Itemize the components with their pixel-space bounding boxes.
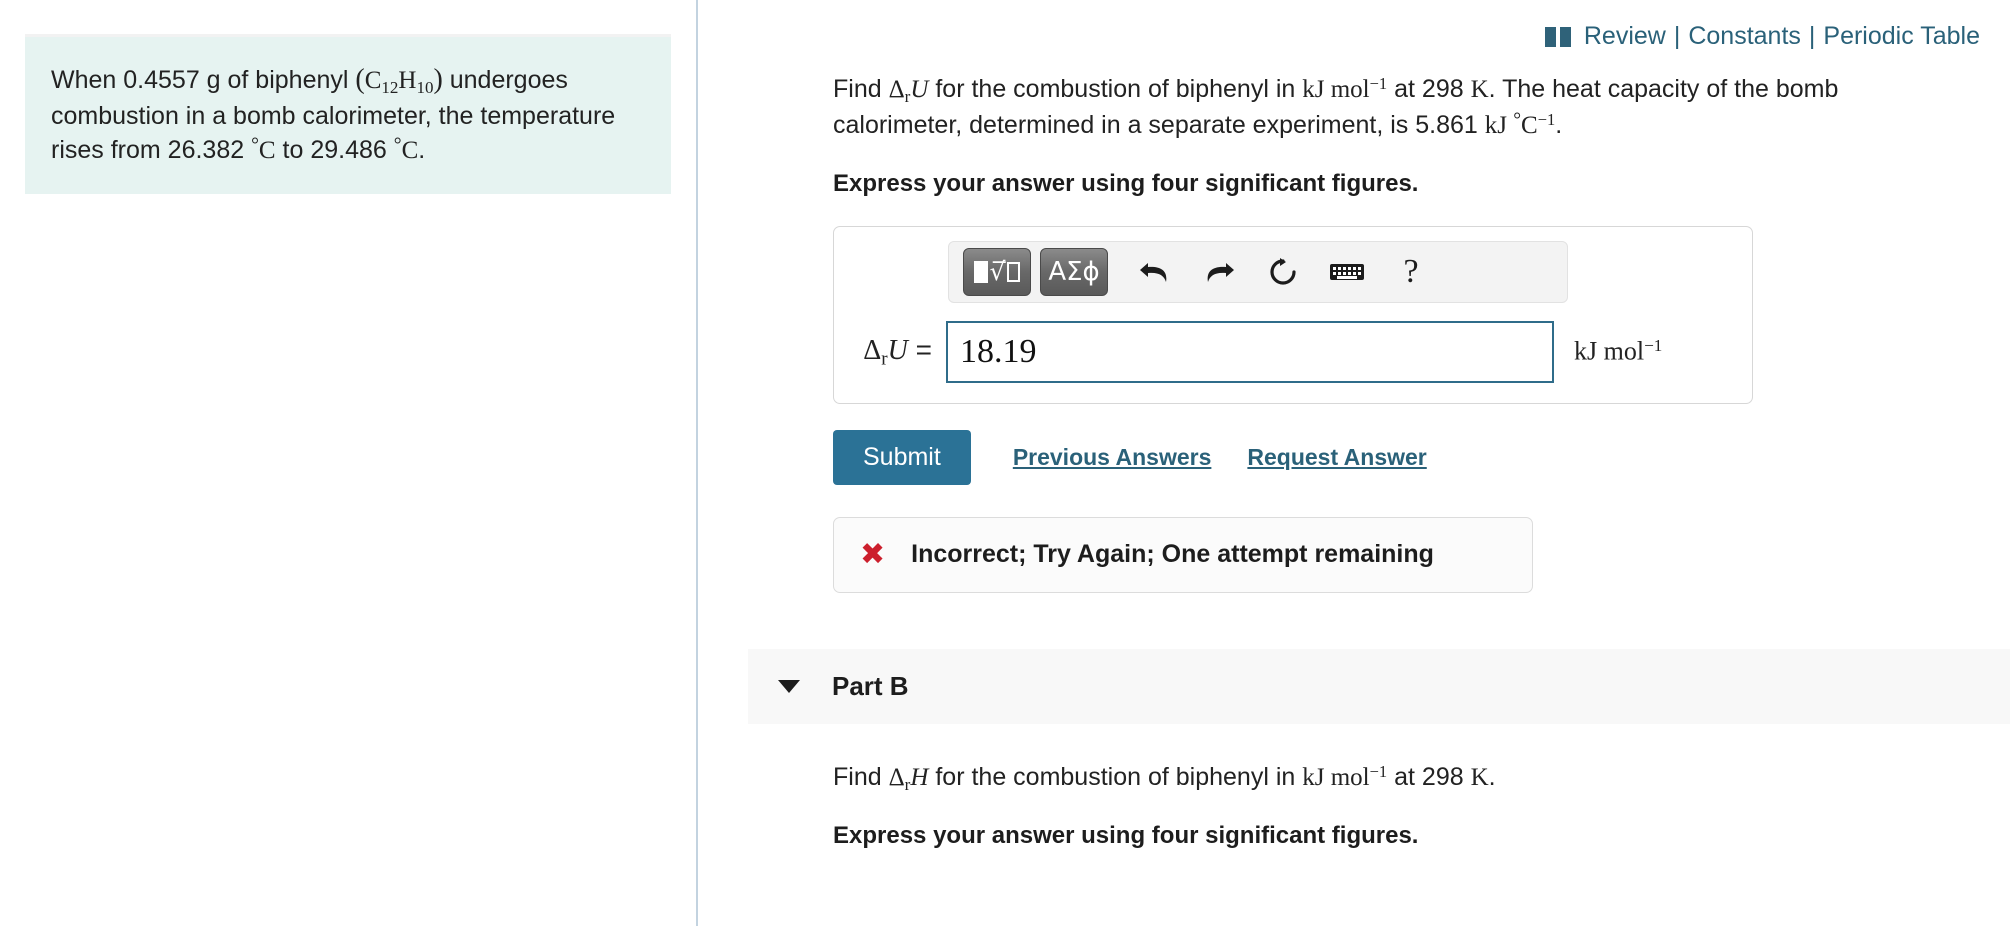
template-hollow-box: [1007, 261, 1021, 282]
part-a-content: Find ΔrU for the combustion of biphenyl …: [833, 0, 1980, 593]
caret-down-icon[interactable]: [778, 679, 800, 693]
problem-text-end: .: [418, 136, 426, 165]
nav-separator-1: |: [1673, 22, 1681, 50]
answer-label-delta: Δ: [863, 334, 882, 366]
nav-link-constants[interactable]: Constants: [1688, 22, 1801, 51]
template-filled-box: [973, 260, 988, 283]
qa-hc-unit-kj: kJ: [1484, 112, 1514, 140]
qb-pre: Find: [833, 762, 889, 791]
formula-close-paren: ): [433, 64, 443, 95]
feedback-banner: ✖ Incorrect; Try Again; One attempt rema…: [833, 516, 1533, 593]
qa-mid: for the combustion of biphenyl in: [928, 75, 1303, 103]
qb-kelvin: K: [1470, 763, 1489, 791]
left-panel: When 0.4557 g of biphenyl (C12H10) under…: [0, 0, 698, 926]
qb-unit-exponent: −1: [1369, 761, 1388, 781]
part-a-instruction: Express your answer using four significa…: [833, 169, 1419, 197]
part-b-content: Find ΔrH for the combustion of biphenyl …: [833, 760, 2010, 850]
feedback-message: Incorrect; Try Again; One attempt remain…: [911, 540, 1434, 569]
top-navigation: Review | Constants | Periodic Table: [1544, 22, 1980, 51]
problem-text-part1: When 0.4557 g of biphenyl: [51, 66, 356, 94]
math-template-button[interactable]: √̅: [963, 247, 1031, 296]
qb-temp: at 298: [1387, 762, 1471, 791]
formula-hydrogen-count: 10: [416, 77, 434, 97]
formula-hydrogen: H: [398, 67, 417, 94]
part-b-title: Part B: [832, 670, 909, 701]
part-a-action-row: Submit Previous Answers Request Answer: [833, 429, 1980, 485]
nav-link-periodic-table[interactable]: Periodic Table: [1823, 22, 1980, 51]
answer-unit-base: kJ mol: [1574, 336, 1645, 366]
previous-answers-link[interactable]: Previous Answers: [1013, 444, 1212, 471]
answer-unit: kJ mol−1: [1574, 336, 1662, 367]
red-x-icon: ✖: [860, 536, 886, 572]
qa-unit-kjmol: kJ mol: [1302, 76, 1370, 103]
formula-open-paren: (: [355, 64, 365, 95]
qa-hc-exponent: −1: [1537, 109, 1556, 129]
answer-label: ΔrU =: [852, 334, 946, 370]
right-panel: Review | Constants | Periodic Table Find…: [698, 0, 2010, 926]
celsius-unit-1: C: [258, 137, 276, 165]
formula-carbon: C: [364, 67, 382, 94]
qa-hc-celsius: C: [1521, 112, 1538, 140]
problem-statement-card: When 0.4557 g of biphenyl (C12H10) under…: [25, 34, 671, 195]
degree-symbol-2: °: [393, 135, 402, 157]
qa-pre: Find: [833, 75, 889, 103]
formula-carbon-count: 12: [381, 77, 399, 97]
nav-separator-2: |: [1808, 22, 1816, 50]
answer-label-symbol: U: [887, 334, 908, 366]
answer-label-equals: =: [915, 333, 932, 365]
qb-delta: Δ: [888, 763, 905, 791]
problem-text-part3: to 29.486: [275, 136, 394, 165]
answer-unit-exponent: −1: [1644, 336, 1663, 356]
part-b-header[interactable]: Part B: [748, 648, 2010, 724]
book-left-page: [1544, 26, 1556, 47]
degree-symbol-1: °: [251, 135, 259, 157]
qa-symbol-u: U: [910, 76, 929, 103]
qa-delta: Δ: [888, 76, 905, 103]
submit-button[interactable]: Submit: [833, 429, 971, 485]
help-icon[interactable]: ?: [1385, 248, 1437, 296]
math-editor-toolbar: √̅ ΑΣϕ ?: [948, 240, 1568, 303]
qa-hc-degree: °: [1513, 110, 1522, 132]
qa-end: .: [1555, 111, 1563, 140]
qb-symbol-h: H: [910, 763, 929, 791]
undo-icon[interactable]: [1129, 248, 1181, 296]
problem-statement-text: When 0.4557 g of biphenyl (C12H10) under…: [51, 61, 645, 168]
keyboard-icon[interactable]: [1321, 248, 1373, 296]
template-glyph-icon: √̅: [973, 257, 1021, 287]
nth-root-icon: √̅: [989, 257, 1006, 287]
page-root: When 0.4557 g of biphenyl (C12H10) under…: [0, 0, 2010, 926]
qb-unit-kjmol: kJ mol: [1302, 763, 1370, 791]
book-right-page: [1559, 26, 1571, 47]
redo-icon[interactable]: [1193, 248, 1245, 296]
part-a-answer-widget: √̅ ΑΣϕ ? ΔrU = 18.19 kJ mol−1: [833, 225, 1753, 404]
qa-kelvin: K: [1470, 76, 1489, 103]
answer-input-row: ΔrU = 18.19 kJ mol−1: [852, 320, 1734, 383]
celsius-unit-2: C: [401, 137, 419, 165]
part-b-question-text: Find ΔrH for the combustion of biphenyl …: [833, 760, 1963, 796]
open-book-icon: [1544, 26, 1571, 47]
request-answer-link[interactable]: Request Answer: [1247, 444, 1426, 471]
nav-link-review[interactable]: Review: [1584, 22, 1666, 51]
greek-symbols-button[interactable]: ΑΣϕ: [1040, 247, 1108, 296]
part-b-instruction: Express your answer using four significa…: [833, 821, 1419, 849]
qb-end: .: [1488, 762, 1496, 791]
answer-input[interactable]: 18.19: [946, 320, 1554, 383]
qa-unit-exponent: −1: [1369, 73, 1388, 93]
qb-mid: for the combustion of biphenyl in: [928, 762, 1303, 791]
qa-temp: at 298: [1387, 75, 1471, 103]
reset-icon[interactable]: [1257, 248, 1309, 296]
part-a-question-text: Find ΔrU for the combustion of biphenyl …: [833, 72, 1963, 144]
